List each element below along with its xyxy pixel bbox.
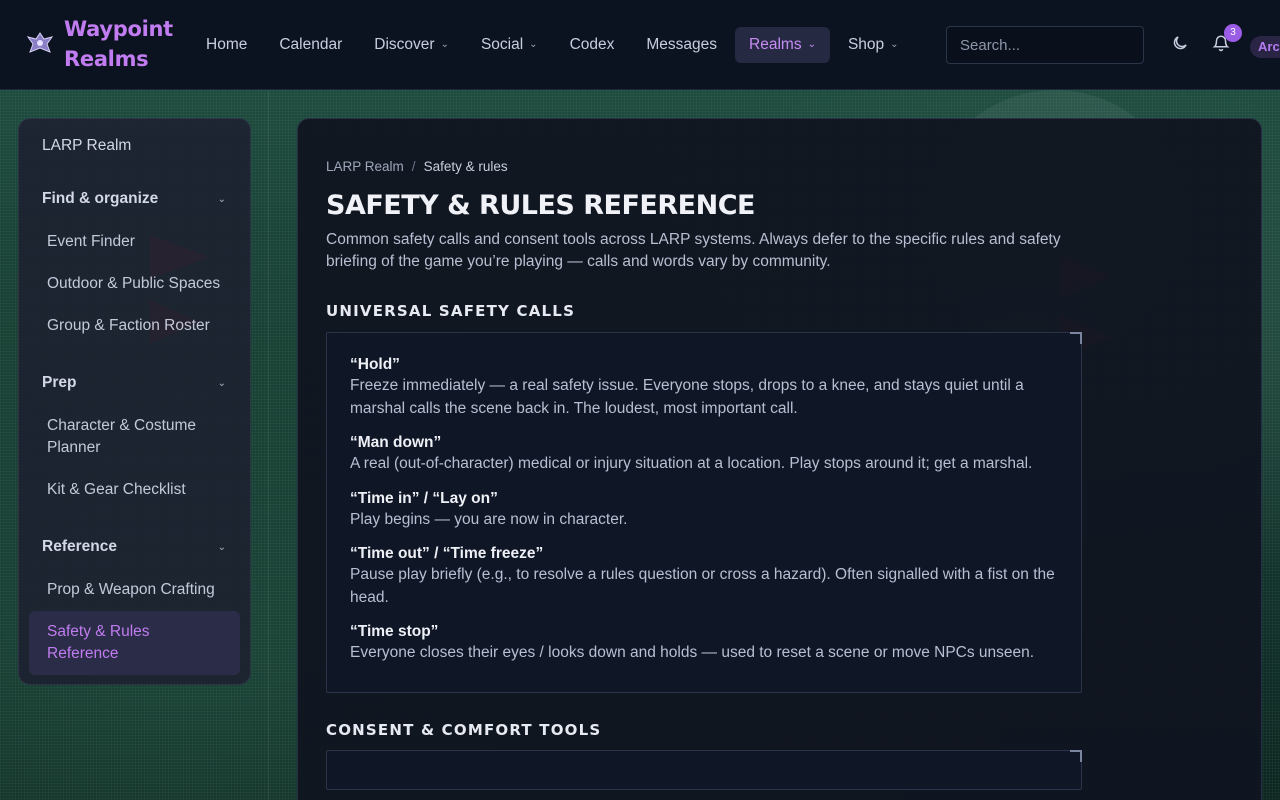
nav-codex[interactable]: Codex [556,27,629,63]
nav-shop-label: Shop [847,36,885,53]
list-item: “Hold” Freeze immediately — a real safet… [350,355,1058,420]
nav-discover-label: Discover [374,36,435,53]
nav-discover[interactable]: Discover ⌄ [360,27,463,63]
sidebar-item-outdoor-public-spaces[interactable]: Outdoor & Public Spaces [29,263,240,305]
call-description: A real (out-of-character) medical or inj… [350,455,1033,472]
chevron-down-icon: ⌄ [217,541,226,553]
theme-toggle-button[interactable] [1171,34,1191,54]
sidebar-item-prop-weapon-crafting[interactable]: Prop & Weapon Crafting [29,569,240,611]
brand-name-line2: Realms [64,47,149,71]
call-name: “Hold” [350,356,400,373]
sidebar-item-kit-gear-checklist[interactable]: Kit & Gear Checklist [29,469,240,511]
breadcrumb-current: Safety & rules [423,158,508,174]
call-description: Pause play briefly (e.g., to resolve a r… [350,566,1055,606]
call-name: “Time in” / “Lay on” [350,489,498,507]
sidebar-group-reference[interactable]: Reference ⌄ [29,537,240,557]
nav-messages-label: Messages [646,36,718,53]
sidebar-group-title: Reference [42,538,117,555]
chevron-down-icon: ⌄ [890,39,899,50]
page-intro: Common safety calls and consent tools ac… [326,231,1061,270]
nav-calendar-label: Calendar [279,36,343,53]
top-navigation-bar: Waypoint Realms Home Calendar Discover ⌄ … [0,0,1280,90]
list-item: “Time out” / “Time freeze” Pause play br… [350,544,1058,609]
sidebar-group-find-organize[interactable]: Find & organize ⌄ [29,189,240,209]
sidebar-root-link[interactable]: LARP Realm [29,129,240,163]
brand-name: Waypoint Realms [64,14,173,74]
chevron-down-icon: ⌄ [807,39,816,50]
chevron-down-icon: ⌄ [440,39,449,50]
list-item: “Time stop” Everyone closes their eyes /… [350,622,1058,665]
nav-social[interactable]: Social ⌄ [467,27,552,63]
call-description: Everyone closes their eyes / looks down … [350,644,1035,661]
brand-logo[interactable]: Waypoint Realms [26,14,173,74]
nav-home-label: Home [206,36,248,53]
chevron-down-icon: ⌄ [529,39,538,50]
nav-messages[interactable]: Messages [632,27,731,63]
nav-calendar[interactable]: Calendar [265,27,356,63]
realm-sidebar: LARP Realm Find & organize ⌄ Event Finde… [18,118,251,685]
sidebar-group-prep[interactable]: Prep ⌄ [29,373,240,393]
nav-social-label: Social [480,36,524,53]
page-title: Safety & Rules Reference [326,190,755,221]
nav-shop[interactable]: Shop ⌄ [834,27,913,63]
notification-count-badge: 3 [1224,24,1242,42]
main-content-panel: LARP Realm / Safety & rules Safety & Rul… [297,118,1262,800]
sidebar-item-character-costume-planner[interactable]: Character & Costume Planner [29,405,240,469]
section-heading-consent-comfort-tools: Consent & comfort tools [326,720,602,739]
sidebar-item-event-finder[interactable]: Event Finder [29,221,240,263]
chevron-down-icon: ⌄ [217,377,226,389]
nav-realms[interactable]: Realms ⌄ [735,27,830,63]
sidebar-item-safety-rules-reference[interactable]: Safety & Rules Reference [29,611,240,675]
corner-ornament [1070,332,1082,344]
nav-home[interactable]: Home [192,27,261,63]
nav-codex-label: Codex [569,36,615,53]
call-description: Freeze immediately — a real safety issue… [350,377,1024,417]
list-item: “Man down” A real (out-of-character) med… [350,433,1058,476]
user-menu-button[interactable]: Arc [1250,36,1280,58]
list-item: “Time in” / “Lay on” Play begins — you a… [350,489,1058,532]
nav-realms-label: Realms [749,36,802,53]
call-description: Play begins — you are now in character. [350,510,628,528]
call-name: “Time stop” [350,623,439,640]
safety-calls-card: “Hold” Freeze immediately — a real safet… [326,332,1082,693]
main-nav: Home Calendar Discover ⌄ Social ⌄ Codex Me… [192,27,917,63]
breadcrumb: LARP Realm / Safety & rules [326,157,1233,175]
call-name: “Man down” [350,434,442,451]
emblem-icon [26,32,54,53]
sidebar-group-title: Prep [42,374,77,391]
moon-icon [1173,36,1187,50]
call-name: “Time out” / “Time freeze” [350,545,544,562]
sidebar-item-group-faction-roster[interactable]: Group & Faction Roster [29,305,240,347]
breadcrumb-root-link[interactable]: LARP Realm [326,159,404,174]
background-divider [268,90,269,800]
sidebar-group-title: Find & organize [42,190,159,207]
section-heading-universal-safety-calls: Universal safety calls [326,302,576,320]
consent-tools-card [326,749,1082,790]
search-input[interactable] [946,26,1144,64]
chevron-down-icon: ⌄ [217,193,226,205]
breadcrumb-separator: / [411,158,416,174]
brand-name-line1: Waypoint [64,17,173,41]
corner-ornament [1070,749,1082,762]
